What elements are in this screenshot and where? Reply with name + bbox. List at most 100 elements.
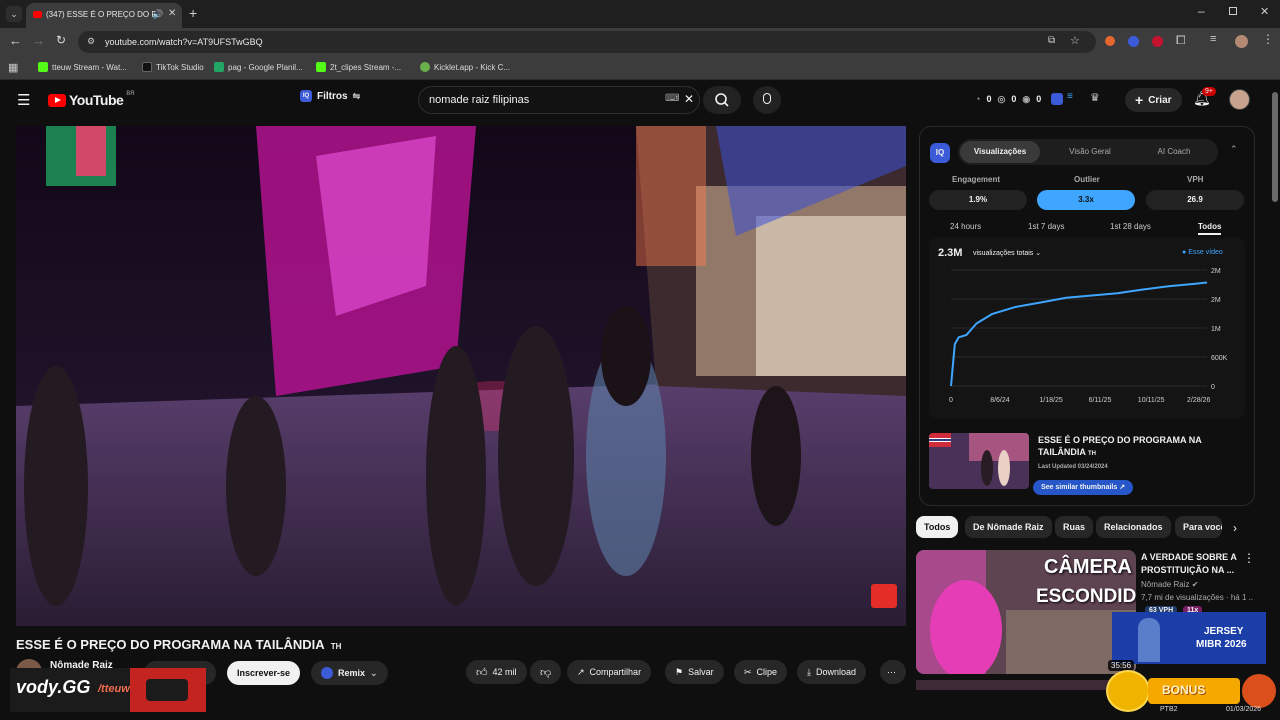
metric-value: 3.3x: [1078, 195, 1094, 204]
views-selector[interactable]: visualizações totais ⌄: [973, 249, 1041, 257]
thumbnail-title-text: ESSE É O PREÇO DO PROGRAMA NA TAILÂNDIA: [1038, 435, 1202, 457]
extensions-puzzle-icon[interactable]: ⧠: [1176, 33, 1186, 48]
account-avatar[interactable]: [1229, 89, 1250, 110]
bookmark-star-icon[interactable]: ☆: [1070, 34, 1080, 47]
sheets-icon: [214, 62, 224, 72]
new-tab-icon[interactable]: +: [189, 5, 197, 21]
range-all[interactable]: Todos: [1198, 222, 1222, 235]
recommended-thumbnail[interactable]: CÂMERA ESCONDIDA: [916, 550, 1136, 674]
apps-grid-icon[interactable]: ▦: [8, 61, 18, 74]
bookmark-item[interactable]: tteuw Stream - Wat...: [38, 62, 127, 72]
range-24h[interactable]: 24 hours: [950, 222, 981, 231]
filters-button[interactable]: IQ Filtros ⇋: [300, 90, 360, 102]
browser-toolbar: ← → ↻ ⚙ youtube.com/watch?v=AT9UFSTwGBQ …: [0, 28, 1280, 56]
address-bar[interactable]: ⚙ youtube.com/watch?v=AT9UFSTwGBQ ⧉ ☆: [78, 31, 1096, 53]
notifications-button[interactable]: 🔔︎ 9+: [1193, 87, 1216, 108]
chip-streets[interactable]: Ruas: [1055, 516, 1094, 538]
youtube-logo[interactable]: YouTube BR: [48, 91, 135, 108]
kicklet-icon: [420, 62, 430, 72]
chip-related[interactable]: Relacionados: [1096, 516, 1171, 538]
range-7d[interactable]: 1st 7 days: [1028, 222, 1064, 231]
hamburger-menu-icon[interactable]: ☰: [17, 91, 30, 109]
bookmark-item[interactable]: TikTok Studio: [142, 62, 204, 72]
recommended-thumbnail-next[interactable]: [916, 680, 1136, 690]
taskbar-date: 01/03/2026: [1226, 706, 1262, 713]
remix-button[interactable]: Remix ⌄: [311, 661, 388, 685]
tab-ai-coach[interactable]: AI Coach: [1134, 141, 1214, 163]
thumbnail-title: ESSE É O PREÇO DO PROGRAMA NA TAILÂNDIA …: [1038, 434, 1238, 460]
site-info-icon[interactable]: ⚙: [87, 36, 95, 47]
bookmark-item[interactable]: 2t_clipes Stream -...: [316, 62, 401, 72]
metric-outlier[interactable]: 3.3x: [1037, 190, 1135, 210]
browser-menu-icon[interactable]: ⋮: [1262, 32, 1274, 46]
thumbnail-title-badge: TH: [1088, 451, 1097, 457]
extension-orange-icon[interactable]: [1105, 36, 1115, 46]
tab-visualizacoes[interactable]: Visualizações: [960, 141, 1040, 163]
audio-icon[interactable]: 🔊: [152, 9, 163, 20]
similar-thumbnail[interactable]: [929, 433, 1029, 489]
trophy-icon[interactable]: ♛: [1090, 91, 1100, 104]
bookmark-label: pag - Google Planil...: [228, 62, 303, 72]
tab-title: (347) ESSE É O PREÇO DO P: [46, 10, 157, 19]
list-icon[interactable]: ≡: [1067, 91, 1073, 102]
range-28d[interactable]: 1st 28 days: [1110, 222, 1151, 231]
reload-icon[interactable]: ↻: [56, 33, 66, 47]
iq-extension-icon[interactable]: [1051, 93, 1063, 105]
search-input[interactable]: nomade raiz filipinas ⌨ ✕: [418, 86, 700, 114]
recommended-channel[interactable]: Nômade Raiz ✔: [1141, 580, 1198, 589]
keyboard-icon[interactable]: ⌨: [665, 93, 679, 104]
video-player[interactable]: [16, 126, 906, 626]
clip-button[interactable]: ✂ Clipe: [734, 660, 788, 684]
bookmark-item[interactable]: pag - Google Planil...: [214, 62, 303, 72]
tab-visao-geral[interactable]: Visão Geral: [1050, 141, 1130, 163]
thumbnail-street-image: [929, 433, 1029, 489]
like-button[interactable]: 👍︎ 42 mil: [466, 660, 527, 684]
recommended-title[interactable]: A VERDADE SOBRE A PROSTITUIÇÃO NA ...: [1141, 551, 1241, 577]
clear-search-icon[interactable]: ✕: [684, 92, 694, 106]
more-options-icon[interactable]: ⋮: [1243, 551, 1255, 565]
chip-for-you[interactable]: Para você: [1175, 516, 1222, 538]
minimize-icon[interactable]: –: [1198, 4, 1205, 18]
share-button[interactable]: ↗ Compartilhar: [567, 660, 652, 684]
metric-vph[interactable]: 26.9: [1146, 190, 1244, 210]
browser-tab[interactable]: (347) ESSE É O PREÇO DO P 🔊 ✕: [26, 3, 182, 28]
install-icon[interactable]: ⧉: [1048, 35, 1055, 46]
chip-from-channel[interactable]: De Nômade Raiz: [965, 516, 1052, 538]
bookmark-item[interactable]: Kicklet.app - Kick C...: [420, 62, 510, 72]
jersey-ad-overlay: JERSEY MIBR 2026: [1112, 612, 1266, 664]
extension-blue-icon[interactable]: [1128, 36, 1139, 47]
dislike-button[interactable]: 👎︎: [530, 660, 562, 684]
url-text: youtube.com/watch?v=AT9UFSTwGBQ: [105, 37, 263, 47]
subscribe-button[interactable]: Inscrever-se: [227, 661, 301, 685]
search-button[interactable]: [703, 86, 741, 114]
chevron-right-icon[interactable]: ›: [1233, 521, 1237, 535]
chip-all[interactable]: Todos: [916, 516, 959, 538]
close-window-icon[interactable]: ✕: [1260, 5, 1269, 18]
sliders-icon: ⇋: [352, 90, 361, 101]
close-tab-icon[interactable]: ✕: [168, 8, 176, 19]
taskbar-language[interactable]: PTB2: [1160, 706, 1178, 713]
y-tick-label: 1M: [1211, 326, 1221, 333]
save-button[interactable]: ⚑ Salvar: [665, 660, 724, 684]
vody-logo-icon: [146, 679, 188, 701]
tab-list-icon[interactable]: ⌄: [6, 6, 22, 22]
page-scrollbar[interactable]: [1272, 92, 1278, 202]
metric-engagement[interactable]: 1.9%: [929, 190, 1027, 210]
more-actions-button[interactable]: ⋯: [880, 660, 906, 684]
metric-value: 1.9%: [968, 195, 988, 204]
collapse-chevron-icon[interactable]: ⌃: [1230, 144, 1238, 155]
clock-icon: ◔: [975, 94, 981, 104]
see-similar-button[interactable]: See similar thumbnails ↗: [1033, 480, 1134, 495]
forward-icon[interactable]: →: [32, 33, 45, 48]
views-line-chart: 2M 2M 1M 600K 0 0 8/6/24 1/18/25 6/11/25 10/11/25…: [949, 268, 1228, 404]
chevron-down-icon: ⌄: [370, 667, 378, 678]
voice-search-button[interactable]: [753, 86, 781, 114]
thumbs-up-icon: 👍︎: [476, 666, 488, 679]
extension-red-icon[interactable]: [1152, 36, 1163, 47]
create-button[interactable]: + Criar: [1125, 88, 1182, 112]
profile-avatar[interactable]: [1235, 35, 1248, 48]
download-button[interactable]: ⤓ Download: [797, 660, 867, 684]
restore-icon[interactable]: [1229, 7, 1237, 15]
media-control-icon[interactable]: ≡: [1210, 33, 1216, 45]
back-icon[interactable]: ←: [9, 33, 22, 48]
